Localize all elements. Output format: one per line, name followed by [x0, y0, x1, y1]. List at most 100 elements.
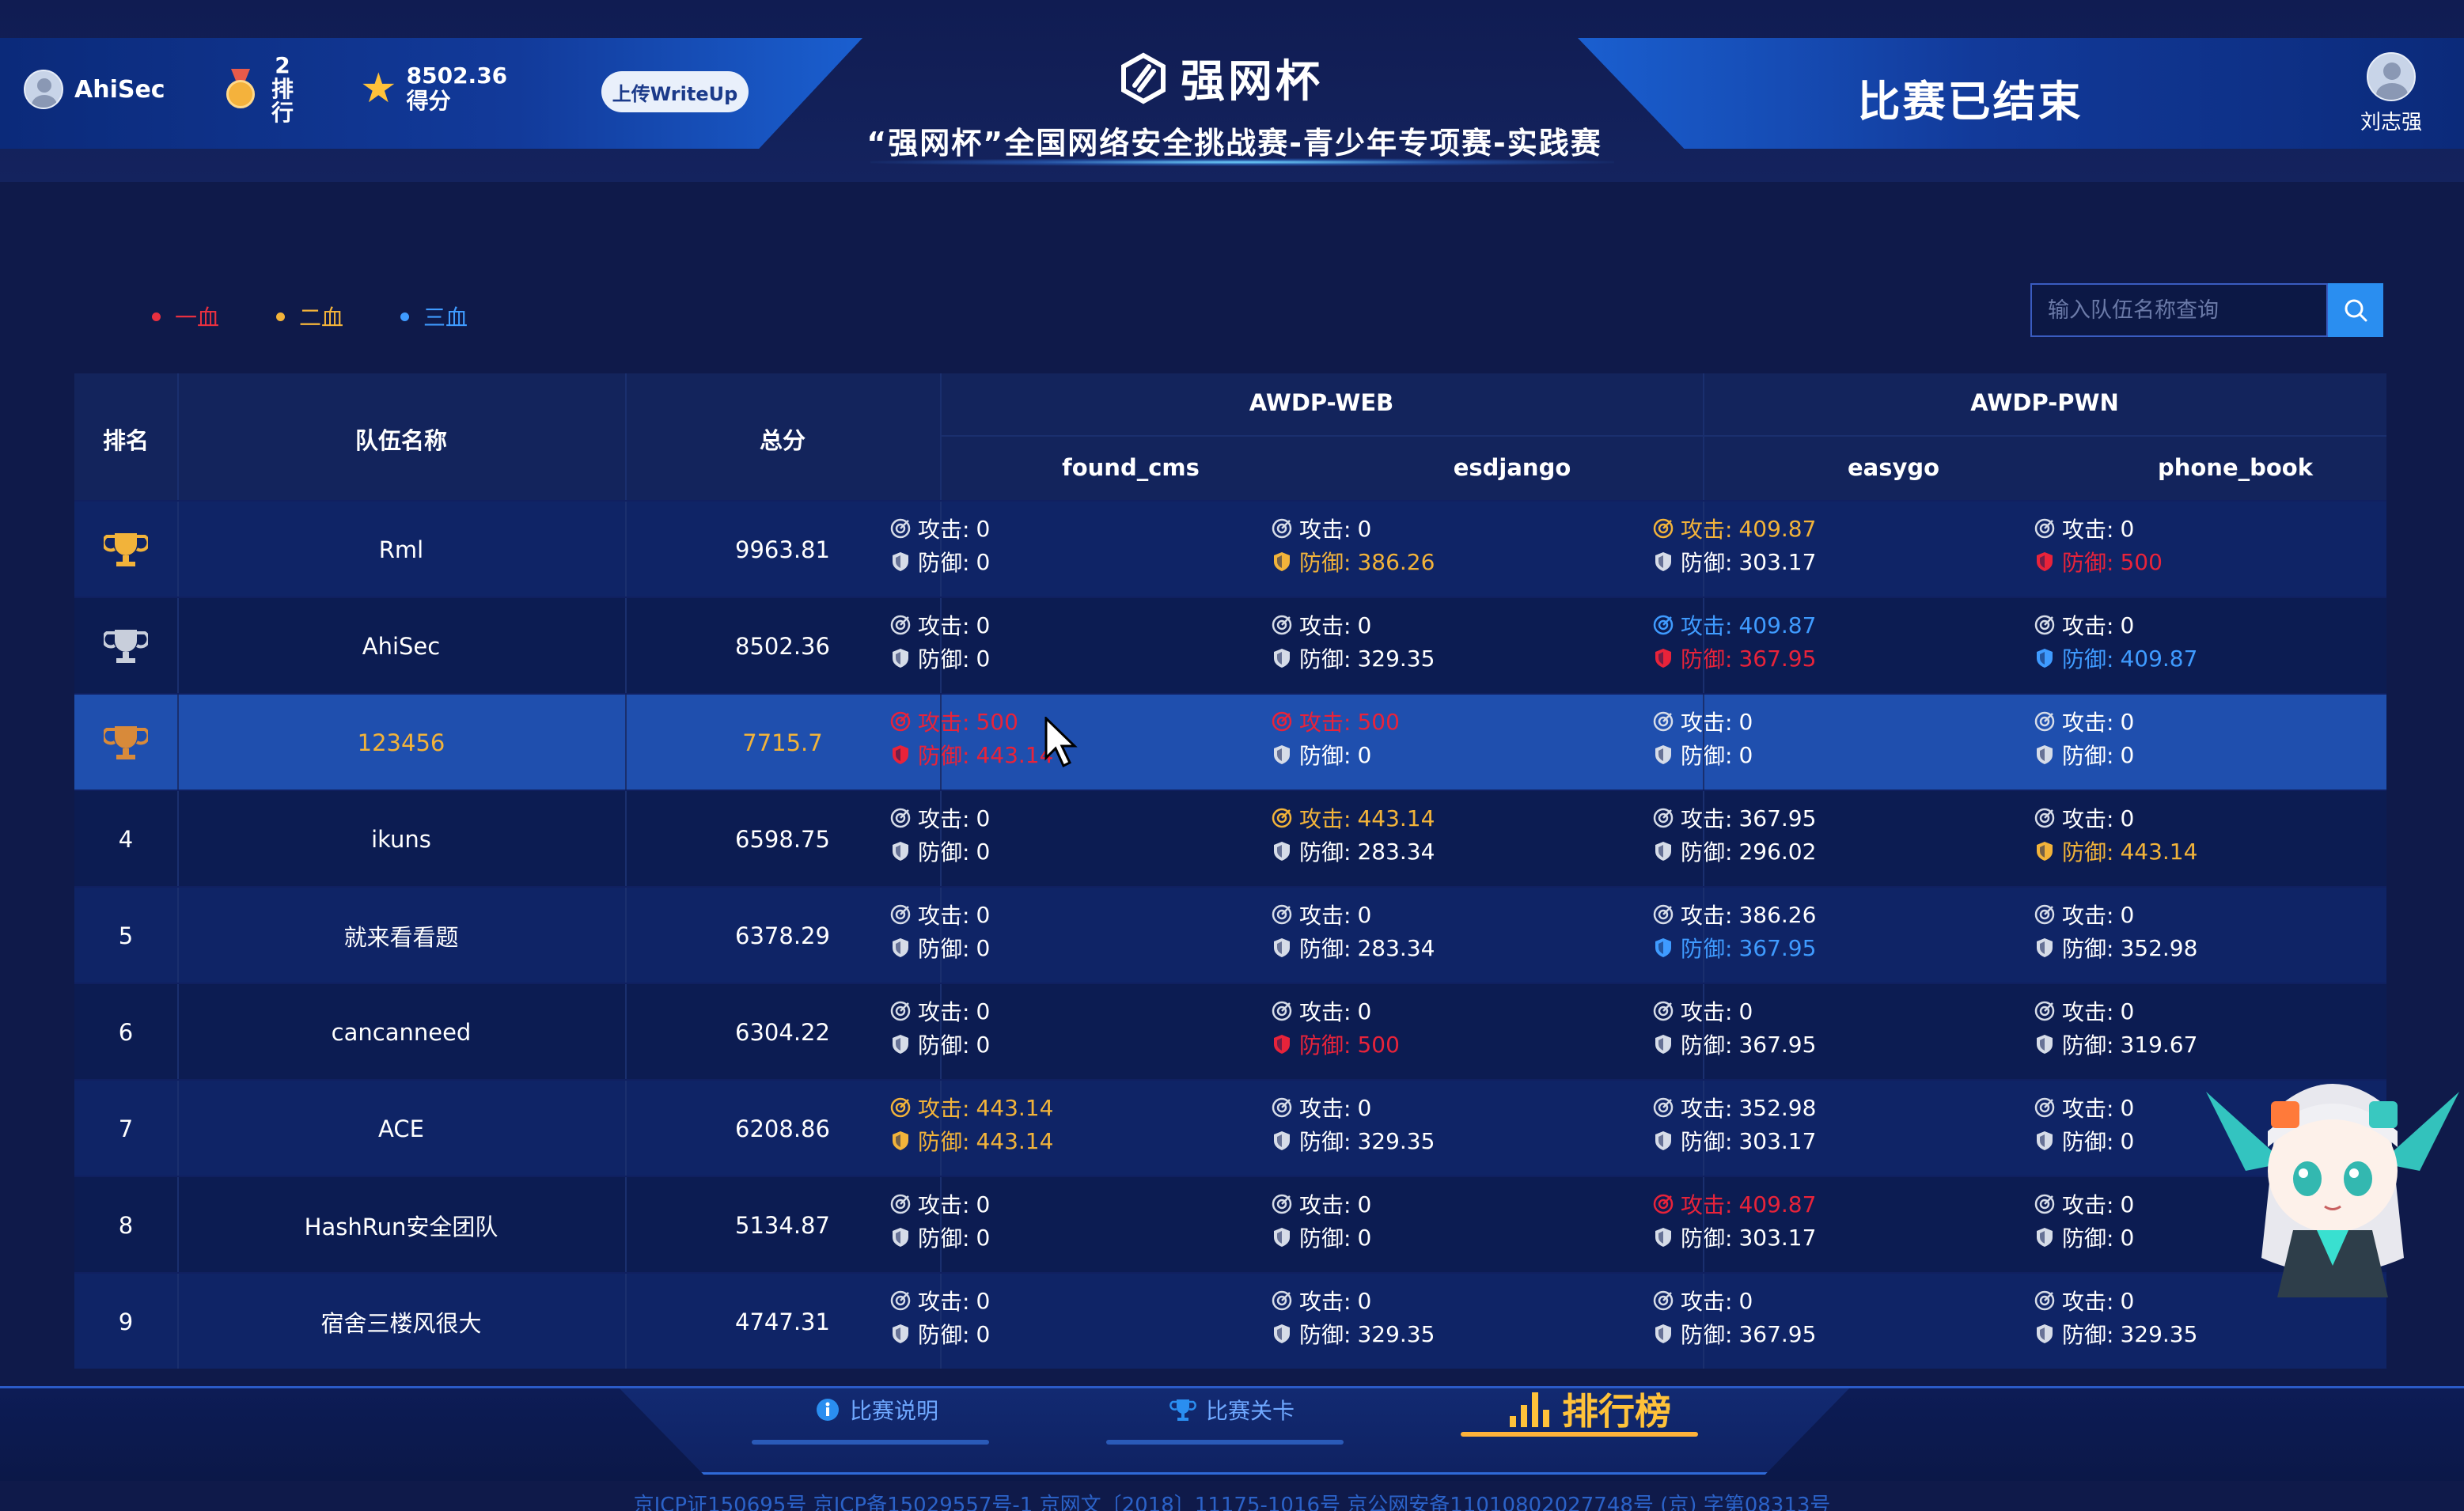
rank-number: 5 [118, 922, 134, 949]
defense-score: 防御: 319.67 [2034, 1030, 2197, 1058]
defense-score: 防御: 329.35 [1271, 644, 1435, 672]
nav-item-leaderboard[interactable]: 排行榜 [1461, 1383, 1698, 1437]
attack-score: 攻击: 443.14 [889, 1093, 1053, 1122]
shield-icon [1274, 1035, 1290, 1054]
shield-icon [1655, 1228, 1671, 1247]
attack-score: 攻击: 409.87 [1652, 514, 1816, 543]
user-info[interactable]: AhiSec [24, 70, 165, 109]
table-row[interactable]: 7 ACE 6208.86 攻击: 443.14 防御: 443.14 攻击: 0 防御: 329.… [74, 1079, 2386, 1176]
challenge-score-cell: 攻击: 0 防御: 319.67 [2034, 997, 2197, 1058]
shield-icon [1655, 938, 1671, 957]
competition-status: 比赛已结束 [1857, 77, 2083, 127]
table-row[interactable]: AhiSec 8502.36 攻击: 0 防御: 0 攻击: 0 防御: 329.35 攻击: 409… [74, 596, 2386, 693]
target-icon [1653, 615, 1674, 635]
search-input[interactable] [2030, 283, 2328, 337]
defense-score: 防御: 283.34 [1271, 837, 1435, 865]
team-name[interactable]: HashRun安全团队 [177, 1177, 625, 1274]
search-button[interactable] [2328, 283, 2383, 337]
table-row[interactable]: Rml 9963.81 攻击: 0 防御: 0 攻击: 0 防御: 386.26 攻击: 409.87… [74, 500, 2386, 596]
defense-score: 防御: 0 [2034, 740, 2134, 769]
upload-writeup-button[interactable]: 上传WriteUp [601, 71, 749, 112]
team-name[interactable]: AhiSec [177, 598, 625, 695]
team-name[interactable]: 就来看看题 [177, 888, 625, 984]
attack-score: 攻击: 386.26 [1652, 900, 1816, 929]
defense-score: 防御: 367.95 [1652, 1320, 1816, 1348]
attack-score: 攻击: 0 [1271, 997, 1400, 1025]
shield-icon [1655, 552, 1671, 571]
target-icon [1272, 518, 1292, 539]
leaderboard-table: 排名 队伍名称 总分 AWDP-WEB AWDP-PWN found_cms e… [74, 373, 2386, 1369]
shield-icon [1274, 745, 1290, 764]
defense-score: 防御: 296.02 [1652, 837, 1816, 865]
target-icon [2034, 1290, 2055, 1311]
table-body: Rml 9963.81 攻击: 0 防御: 0 攻击: 0 防御: 386.26 攻击: 409.87… [74, 500, 2386, 1369]
target-icon [2034, 904, 2055, 925]
logo-text: 强网杯 [1181, 56, 1323, 108]
table-row[interactable]: 8 HashRun安全团队 5134.87 攻击: 0 防御: 0 攻击: 0 防御: 0 攻击: 40… [74, 1176, 2386, 1272]
table-row[interactable]: 4 ikuns 6598.75 攻击: 0 防御: 0 攻击: 443.14 防御: 283.34 攻… [74, 790, 2386, 886]
challenge-score-cell: 攻击: 0 防御: 500 [1271, 997, 1400, 1058]
rank-number: 9 [118, 1308, 134, 1335]
legend-second-blood: 二血 [276, 301, 343, 332]
shield-icon [1655, 745, 1671, 764]
challenge-score-cell: 攻击: 0 防御: 0 [1271, 1190, 1371, 1252]
shield-icon [2037, 745, 2053, 764]
attack-score: 攻击: 0 [2034, 1286, 2197, 1315]
shield-icon [1274, 938, 1290, 957]
defense-score: 防御: 367.95 [1652, 933, 1816, 962]
score-value: 8502.36 [406, 62, 508, 89]
shield-icon [1274, 552, 1290, 571]
target-icon [2034, 808, 2055, 828]
defense-score: 防御: 0 [1271, 1223, 1371, 1252]
defense-score: 防御: 329.35 [1271, 1127, 1435, 1155]
challenge-score-cell: 攻击: 0 防御: 409.87 [2034, 611, 2197, 672]
page-title: “强网杯”全国网络安全挑战赛-青少年专项赛-实践赛 [866, 126, 1602, 161]
user-menu[interactable]: 刘志强 [2355, 52, 2428, 135]
logo-icon [1121, 52, 1166, 104]
challenge-score-cell: 攻击: 0 防御: 367.95 [1652, 997, 1816, 1058]
target-icon [890, 711, 911, 732]
challenge-score-cell: 攻击: 409.87 防御: 367.95 [1652, 611, 1816, 672]
table-row[interactable]: 5 就来看看题 6378.29 攻击: 0 防御: 0 攻击: 0 防御: 283.34 攻击: 386… [74, 886, 2386, 983]
legend-third-blood: 三血 [400, 301, 468, 332]
header-group-web: AWDP-WEB [1249, 389, 1394, 416]
table-row[interactable]: 123456 7715.7 攻击: 500 防御: 443.14 攻击: 500 防御: 0 攻击:… [74, 693, 2386, 790]
defense-score: 防御: 0 [2034, 1223, 2134, 1252]
nav-item-levels[interactable]: 比赛关卡 [1106, 1394, 1344, 1445]
defense-score: 防御: 0 [2034, 1127, 2134, 1155]
attack-score: 攻击: 0 [2034, 1190, 2134, 1218]
search-icon [2345, 299, 2367, 322]
header-group-pwn: AWDP-PWN [1970, 389, 2119, 416]
challenge-score-cell: 攻击: 500 防御: 443.14 [889, 707, 1053, 769]
team-name[interactable]: Rml [177, 502, 625, 598]
team-name[interactable]: 宿舍三楼风很大 [177, 1274, 625, 1370]
challenge-score-cell: 攻击: 0 防御: 352.98 [2034, 900, 2197, 962]
shield-icon [1655, 649, 1671, 668]
defense-score: 防御: 303.17 [1652, 547, 1816, 576]
table-row[interactable]: 6 cancanneed 6304.22 攻击: 0 防御: 0 攻击: 0 防御: 500 攻击: 0… [74, 983, 2386, 1079]
shield-icon [2037, 938, 2053, 957]
attack-score: 攻击: 0 [1271, 611, 1435, 639]
nav-item-rules[interactable]: 比赛说明 [752, 1394, 989, 1445]
shield-icon [893, 745, 908, 764]
attack-score: 攻击: 0 [1652, 997, 1816, 1025]
team-name[interactable]: cancanneed [177, 984, 625, 1081]
header-total: 总分 [759, 427, 806, 454]
shield-icon [893, 649, 908, 668]
table-row[interactable]: 9 宿舍三楼风很大 4747.31 攻击: 0 防御: 0 攻击: 0 防御: 329.35 攻击: 0… [74, 1272, 2386, 1369]
team-name[interactable]: 123456 [177, 695, 625, 791]
challenge-score-cell: 攻击: 0 防御: 500 [2034, 514, 2163, 576]
info-icon [817, 1399, 839, 1421]
target-icon [2034, 518, 2055, 539]
attack-score: 攻击: 443.14 [1271, 804, 1435, 832]
team-name[interactable]: ikuns [177, 791, 625, 888]
challenge-score-cell: 攻击: 409.87 防御: 303.17 [1652, 514, 1816, 576]
gold-dot-icon [276, 312, 286, 321]
shield-icon [893, 1035, 908, 1054]
attack-score: 攻击: 367.95 [1652, 804, 1816, 832]
shield-icon [2037, 1035, 2053, 1054]
header-team: 队伍名称 [354, 427, 447, 454]
target-icon [890, 1001, 911, 1021]
team-name[interactable]: ACE [177, 1081, 625, 1177]
target-icon [1653, 808, 1674, 828]
